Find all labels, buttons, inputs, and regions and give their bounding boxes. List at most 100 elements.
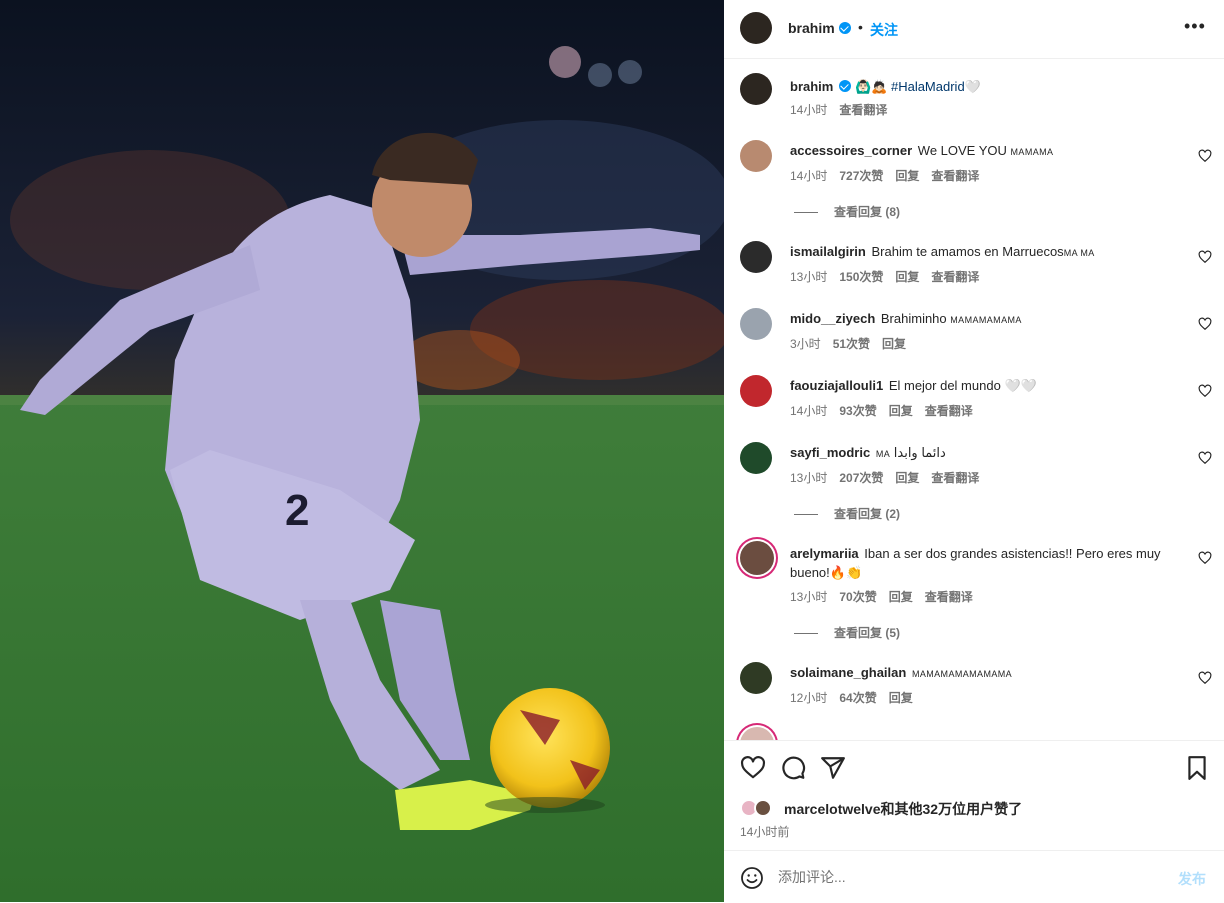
comment-body: We LOVE YOU: [917, 143, 1007, 158]
share-icon[interactable]: [820, 755, 846, 781]
reply-button[interactable]: 回复: [882, 337, 906, 351]
caption: brahim 🙆🏻‍♂️🙇🏻 #HalaMadrid🤍 14小时 查看翻译: [724, 73, 1224, 133]
comment-body: Brahim te amamos en Marruecos: [871, 244, 1064, 259]
comment-meta: 13小时 150次赞 回复 查看翻译: [790, 268, 991, 285]
comment-item: faouziajallouli1 El mejor del mundo 🤍🤍 1…: [724, 375, 1224, 425]
comment-likes[interactable]: 70次赞: [839, 590, 876, 604]
post-header: brahim • 关注 •••: [724, 0, 1224, 59]
author-avatar[interactable]: [740, 12, 772, 44]
commenter-avatar[interactable]: [740, 662, 772, 694]
post-timestamp[interactable]: 14小时前: [740, 823, 789, 840]
comment-body: دائما وابدا: [893, 445, 946, 460]
comment-likes[interactable]: 51次赞: [833, 337, 870, 351]
comments-list[interactable]: brahim 🙆🏻‍♂️🙇🏻 #HalaMadrid🤍 14小时 查看翻译 acc…: [724, 59, 1224, 740]
heart-icon[interactable]: [1198, 317, 1212, 331]
hashtag-link[interactable]: #HalaMadrid: [891, 79, 965, 94]
heart-icon[interactable]: [1198, 250, 1212, 264]
heart-icon[interactable]: [1198, 671, 1212, 685]
reply-button[interactable]: 回复: [895, 270, 919, 284]
heart-icon[interactable]: [1198, 384, 1212, 398]
translate-button[interactable]: 查看翻译: [925, 590, 973, 604]
commenter-avatar[interactable]: [740, 241, 772, 273]
comment-deco: MAMAMAMAMA: [950, 315, 1022, 325]
heart-icon[interactable]: [1198, 149, 1212, 163]
likes-summary[interactable]: marcelotwelve和其他32万位用户赞了: [784, 799, 1022, 819]
emoji-icon[interactable]: [740, 866, 764, 890]
view-replies-button[interactable]: 查看回复 (8): [794, 203, 900, 220]
translate-button[interactable]: 查看翻译: [839, 103, 887, 117]
comment-likes[interactable]: 150次赞: [839, 270, 883, 284]
verified-badge-icon: [839, 80, 852, 92]
comment-username[interactable]: faouziajallouli1: [790, 378, 883, 393]
comment-item: accessoires_corner We LOVE YOU MAMAMA 14…: [724, 140, 1224, 226]
comment-meta: 13小时 207次赞 回复 查看翻译: [790, 469, 991, 486]
comment-input[interactable]: [778, 864, 1168, 890]
more-horizontal-icon[interactable]: •••: [1184, 17, 1206, 35]
comment-body: Brahiminho: [880, 311, 947, 326]
post-button[interactable]: 发布: [1178, 869, 1206, 889]
comment-text: solaimane_ghailan MAMAMAMAMAMAMA: [790, 663, 1182, 684]
comment-meta: 12小时 64次赞 回复: [790, 689, 925, 706]
translate-button[interactable]: 查看翻译: [931, 270, 979, 284]
reply-button[interactable]: 回复: [895, 471, 919, 485]
comment-username[interactable]: mido__ziyech: [790, 311, 875, 326]
author-username[interactable]: brahim: [788, 20, 851, 36]
view-replies-button[interactable]: 查看回复 (2): [794, 505, 900, 522]
author-avatar[interactable]: [740, 73, 772, 105]
comment-time: 12小时: [790, 691, 828, 705]
comment-icon[interactable]: [780, 755, 806, 781]
post-panel: brahim • 关注 ••• brahim 🙆🏻‍♂️🙇🏻 #HalaMadr…: [724, 0, 1224, 902]
comment-username[interactable]: solaimane_ghailan: [790, 665, 906, 680]
comment-likes[interactable]: 207次赞: [839, 471, 883, 485]
reply-button[interactable]: 回复: [889, 404, 913, 418]
comment-username[interactable]: arelymariia: [790, 546, 859, 561]
comment-meta: 14小时 727次赞 回复 查看翻译: [790, 167, 991, 184]
commenter-avatar[interactable]: [740, 308, 772, 340]
caption-username[interactable]: brahim: [790, 79, 833, 94]
comment-likes[interactable]: 93次赞: [839, 404, 876, 418]
comment-time: 14小时: [790, 404, 828, 418]
follow-button[interactable]: 关注: [870, 20, 898, 40]
comment-item: sayfi_modric MA دائما وابدا 13小时 207次赞 回复查…: [724, 442, 1224, 528]
comment-username[interactable]: accessoires_corner: [790, 143, 912, 158]
commenter-avatar[interactable]: [740, 541, 774, 575]
liker-avatar[interactable]: [754, 799, 772, 817]
heart-icon[interactable]: [740, 755, 766, 781]
verified-badge-icon: [838, 22, 851, 34]
comment-username[interactable]: ismailalgirin: [790, 244, 866, 259]
reply-button[interactable]: 回复: [895, 169, 919, 183]
commenter-avatar[interactable]: [740, 140, 772, 172]
comment-likes[interactable]: 727次赞: [839, 169, 883, 183]
caption-meta: 14小时 查看翻译: [790, 101, 899, 118]
comment-item: ismailalgirin Brahim te amamos en Marrue…: [724, 241, 1224, 291]
comment-likes[interactable]: 64次赞: [839, 691, 876, 705]
comment-text: mido__ziyech Brahiminho MAMAMAMAMA: [790, 309, 1182, 330]
commenter-avatar[interactable]: [740, 375, 772, 407]
comment-time: 13小时: [790, 471, 828, 485]
reply-button[interactable]: 回复: [889, 691, 913, 705]
translate-button[interactable]: 查看翻译: [925, 404, 973, 418]
comment-username[interactable]: sayfi_modric: [790, 445, 870, 460]
comment-composer: 发布: [724, 850, 1224, 903]
comment-deco: MA MA: [1063, 248, 1095, 258]
heart-icon[interactable]: [1198, 551, 1212, 565]
view-replies-button[interactable]: 查看回复 (5): [794, 624, 900, 641]
reply-button[interactable]: 回复: [889, 590, 913, 604]
comment-text: arelymariia Iban a ser dos grandes asist…: [790, 544, 1182, 582]
commenter-avatar[interactable]: [740, 727, 774, 740]
separator-dot: •: [858, 19, 863, 35]
comment-meta: 14小时 93次赞 回复 查看翻译: [790, 402, 985, 419]
commenter-avatar[interactable]: [740, 442, 772, 474]
comment-text: accessoires_corner We LOVE YOU MAMAMA: [790, 141, 1182, 162]
comment-item: mido__ziyech Brahiminho MAMAMAMAMA 3小时 51…: [724, 308, 1224, 358]
bookmark-icon[interactable]: [1184, 755, 1210, 781]
translate-button[interactable]: 查看翻译: [931, 471, 979, 485]
heart-icon[interactable]: [1198, 451, 1212, 465]
translate-button[interactable]: 查看翻译: [931, 169, 979, 183]
football-player-photo: 2: [0, 0, 724, 902]
comment-item-partial: [724, 727, 1224, 740]
caption-emojis: 🙆🏻‍♂️🙇🏻: [854, 79, 888, 94]
post-photo: 2: [0, 0, 724, 902]
comment-meta: 13小时 70次赞 回复 查看翻译: [790, 588, 985, 605]
caption-text: brahim 🙆🏻‍♂️🙇🏻 #HalaMadrid🤍: [790, 77, 1182, 96]
